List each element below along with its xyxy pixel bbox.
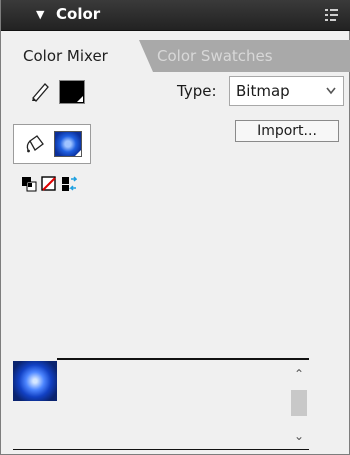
panel-titlebar[interactable]: ▼ Color (1, 0, 350, 31)
import-button[interactable]: Import... (235, 120, 339, 142)
type-selected-value: Bitmap (236, 82, 290, 100)
swatch-dropdown-corner (77, 96, 83, 102)
fill-control (13, 124, 91, 164)
black-white-icon[interactable] (21, 176, 37, 192)
type-select[interactable]: Bitmap (229, 76, 344, 106)
panel-title: Color (56, 5, 101, 23)
list-divider (57, 358, 309, 360)
no-color-icon[interactable] (41, 176, 57, 192)
tab-color-swatches[interactable]: Color Swatches (157, 40, 273, 72)
chevron-down-icon (325, 77, 337, 116)
tab-color-mixer[interactable]: Color Mixer (11, 40, 153, 72)
scroll-down-button[interactable]: ⌄ (289, 426, 309, 446)
scroll-thumb[interactable] (291, 390, 307, 416)
color-panel: ▼ Color Color Mixer Color Swatches Type:… (0, 0, 350, 455)
swap-colors-icon[interactable] (61, 176, 77, 192)
bitmap-thumbnail[interactable] (13, 361, 57, 401)
swatch-dropdown-corner (75, 150, 81, 156)
list-bottom-border (13, 449, 309, 450)
paint-bucket-icon (26, 135, 44, 153)
vertical-scrollbar[interactable]: ⌃ ⌄ (289, 364, 309, 446)
fill-bitmap-swatch[interactable] (54, 131, 82, 157)
stroke-color-swatch[interactable] (59, 80, 85, 104)
pencil-icon (32, 83, 49, 102)
type-label: Type: (177, 82, 217, 100)
scroll-up-button[interactable]: ⌃ (289, 364, 309, 384)
collapse-arrow-icon[interactable]: ▼ (36, 8, 44, 21)
bitmap-list[interactable]: ⌃ ⌄ (13, 358, 309, 450)
tab-strip: Color Mixer Color Swatches (11, 40, 350, 72)
panel-menu-icon[interactable] (325, 8, 341, 22)
